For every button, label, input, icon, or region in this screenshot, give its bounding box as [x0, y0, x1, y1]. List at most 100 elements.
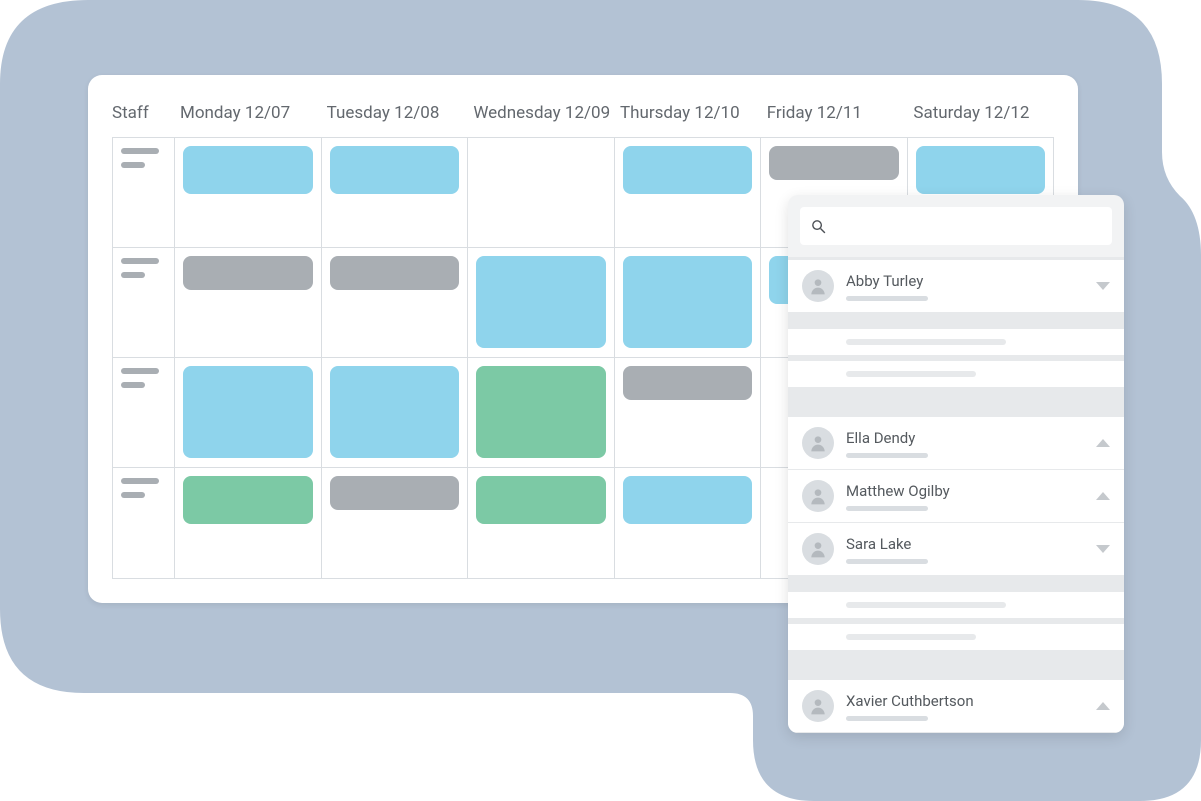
- detail-row[interactable]: [788, 329, 1124, 355]
- calendar-cell[interactable]: [468, 248, 615, 357]
- person-header[interactable]: Ella Dendy: [788, 417, 1124, 469]
- day-header: Wednesday 12/09: [467, 103, 614, 123]
- staff-role-placeholder: [121, 382, 145, 388]
- schedule-block[interactable]: [330, 256, 460, 290]
- chevron-down-icon[interactable]: [1096, 282, 1110, 290]
- chevron-down-icon[interactable]: [1096, 545, 1110, 553]
- calendar-cell[interactable]: [615, 248, 762, 357]
- person-details: [788, 576, 1124, 666]
- search-icon: [810, 218, 827, 235]
- detail-row[interactable]: [788, 361, 1124, 387]
- avatar: [802, 480, 834, 512]
- staff-name-placeholder: [121, 478, 159, 484]
- person-header[interactable]: Abby Turley: [788, 260, 1124, 312]
- calendar-cell[interactable]: [175, 138, 322, 247]
- schedule-block[interactable]: [623, 146, 753, 194]
- detail-row[interactable]: [788, 592, 1124, 618]
- schedule-block[interactable]: [476, 476, 606, 524]
- person-name: Xavier Cuthbertson: [846, 692, 1084, 710]
- calendar-cell[interactable]: [615, 358, 762, 467]
- staff-name-placeholder: [121, 258, 159, 264]
- detail-text-placeholder: [846, 602, 1006, 608]
- staff-name-placeholder: [121, 148, 159, 154]
- chevron-up-icon[interactable]: [1096, 439, 1110, 447]
- day-header: Tuesday 12/08: [321, 103, 468, 123]
- schedule-block[interactable]: [330, 476, 460, 510]
- person-item: Matthew Ogilby: [788, 470, 1124, 523]
- calendar-cell[interactable]: [322, 358, 469, 467]
- avatar: [802, 427, 834, 459]
- staff-cell: [113, 358, 175, 467]
- people-list: Abby Turley Ella Dendy Matthew Ogilby Sara …: [788, 260, 1124, 733]
- person-subtext-placeholder: [846, 559, 928, 564]
- schedule-block[interactable]: [623, 256, 753, 348]
- schedule-block[interactable]: [183, 146, 313, 194]
- calendar-cell[interactable]: [468, 468, 615, 578]
- staff-role-placeholder: [121, 162, 145, 168]
- staff-cell: [113, 138, 175, 247]
- person-name: Abby Turley: [846, 272, 1084, 290]
- schedule-block[interactable]: [476, 256, 606, 348]
- schedule-block[interactable]: [330, 366, 460, 458]
- person-item: Xavier Cuthbertson: [788, 680, 1124, 733]
- schedule-block[interactable]: [183, 256, 313, 290]
- person-subtext-placeholder: [846, 716, 928, 721]
- calendar-cell[interactable]: [468, 138, 615, 247]
- person-info: Ella Dendy: [846, 429, 1084, 458]
- calendar-cell[interactable]: [615, 138, 762, 247]
- person-info: Xavier Cuthbertson: [846, 692, 1084, 721]
- day-header: Monday 12/07: [174, 103, 321, 123]
- person-header[interactable]: Xavier Cuthbertson: [788, 680, 1124, 732]
- person-name: Matthew Ogilby: [846, 482, 1084, 500]
- person-subtext-placeholder: [846, 296, 928, 301]
- detail-text-placeholder: [846, 634, 976, 640]
- schedule-block[interactable]: [183, 476, 313, 524]
- avatar: [802, 533, 834, 565]
- panel-divider: [788, 403, 1124, 417]
- detail-row[interactable]: [788, 624, 1124, 650]
- search-input[interactable]: [800, 207, 1112, 245]
- staff-cell: [113, 468, 175, 578]
- day-header: Thursday 12/10: [614, 103, 761, 123]
- schedule-block[interactable]: [623, 366, 753, 400]
- staff-column-header: Staff: [112, 103, 174, 123]
- staff-role-placeholder: [121, 492, 145, 498]
- person-subtext-placeholder: [846, 453, 928, 458]
- day-header: Friday 12/11: [761, 103, 908, 123]
- staff-name-placeholder: [121, 368, 159, 374]
- day-header: Saturday 12/12: [907, 103, 1054, 123]
- schedule-block[interactable]: [623, 476, 753, 524]
- detail-text-placeholder: [846, 339, 1006, 345]
- person-name: Ella Dendy: [846, 429, 1084, 447]
- person-header[interactable]: Sara Lake: [788, 523, 1124, 575]
- person-item: Abby Turley: [788, 260, 1124, 313]
- person-item: Ella Dendy: [788, 417, 1124, 470]
- calendar-cell[interactable]: [322, 468, 469, 578]
- search-wrap: [788, 195, 1124, 257]
- chevron-up-icon[interactable]: [1096, 492, 1110, 500]
- schedule-block[interactable]: [183, 366, 313, 458]
- schedule-block[interactable]: [476, 366, 606, 458]
- calendar-cell[interactable]: [322, 138, 469, 247]
- calendar-cell[interactable]: [175, 248, 322, 357]
- schedule-block[interactable]: [769, 146, 899, 180]
- people-panel: Abby Turley Ella Dendy Matthew Ogilby Sara …: [788, 195, 1124, 733]
- schedule-block[interactable]: [916, 146, 1046, 194]
- person-subtext-placeholder: [846, 506, 928, 511]
- calendar-cell[interactable]: [322, 248, 469, 357]
- calendar-cell[interactable]: [615, 468, 762, 578]
- person-item: Sara Lake: [788, 523, 1124, 576]
- calendar-header: Staff Monday 12/07 Tuesday 12/08 Wednesd…: [112, 103, 1054, 137]
- schedule-block[interactable]: [330, 146, 460, 194]
- person-info: Matthew Ogilby: [846, 482, 1084, 511]
- person-details: [788, 313, 1124, 403]
- person-info: Sara Lake: [846, 535, 1084, 564]
- detail-text-placeholder: [846, 371, 976, 377]
- person-info: Abby Turley: [846, 272, 1084, 301]
- calendar-cell[interactable]: [468, 358, 615, 467]
- avatar: [802, 270, 834, 302]
- calendar-cell[interactable]: [175, 468, 322, 578]
- calendar-cell[interactable]: [175, 358, 322, 467]
- person-header[interactable]: Matthew Ogilby: [788, 470, 1124, 522]
- chevron-up-icon[interactable]: [1096, 702, 1110, 710]
